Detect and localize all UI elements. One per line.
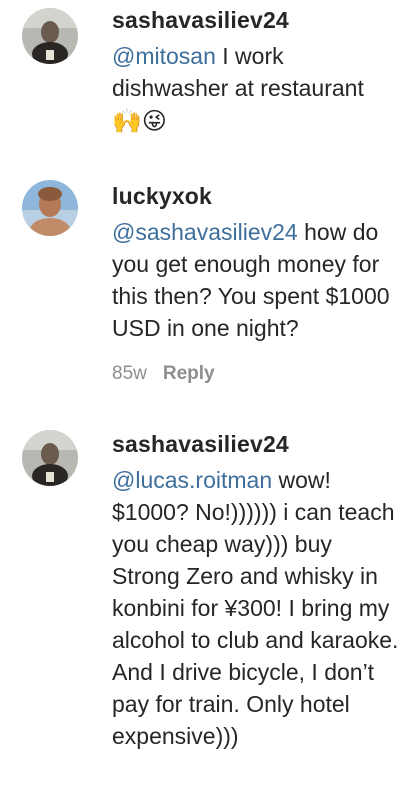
mention-link[interactable]: @lucas.roitman [112,467,272,493]
mention-link[interactable]: @mitosan [112,43,216,69]
avatar-luckyxok[interactable] [22,180,78,236]
comment-username[interactable]: luckyxok [112,182,406,210]
comment-username[interactable]: sashavasiliev24 [112,430,406,458]
comment-text: @mitosan I work dishwasher at restaurant [112,43,364,101]
comment-text: @sashavasiliev24 how do you get enough m… [112,219,390,341]
mention-link[interactable]: @sashavasiliev24 [112,219,298,245]
comment-timestamp: 85w [112,363,147,384]
avatar-sashavasiliev24[interactable] [22,430,78,486]
avatar-sashavasiliev24[interactable] [22,8,78,64]
comment-text: @lucas.roitman wow! $1000? No!)))))) i c… [112,467,399,749]
reply-button[interactable]: Reply [163,363,215,384]
comment-emoji: 🙌😜 [112,108,167,135]
comment-meta: 85w Reply [112,362,406,386]
comment-username[interactable]: sashavasiliev24 [112,6,406,34]
